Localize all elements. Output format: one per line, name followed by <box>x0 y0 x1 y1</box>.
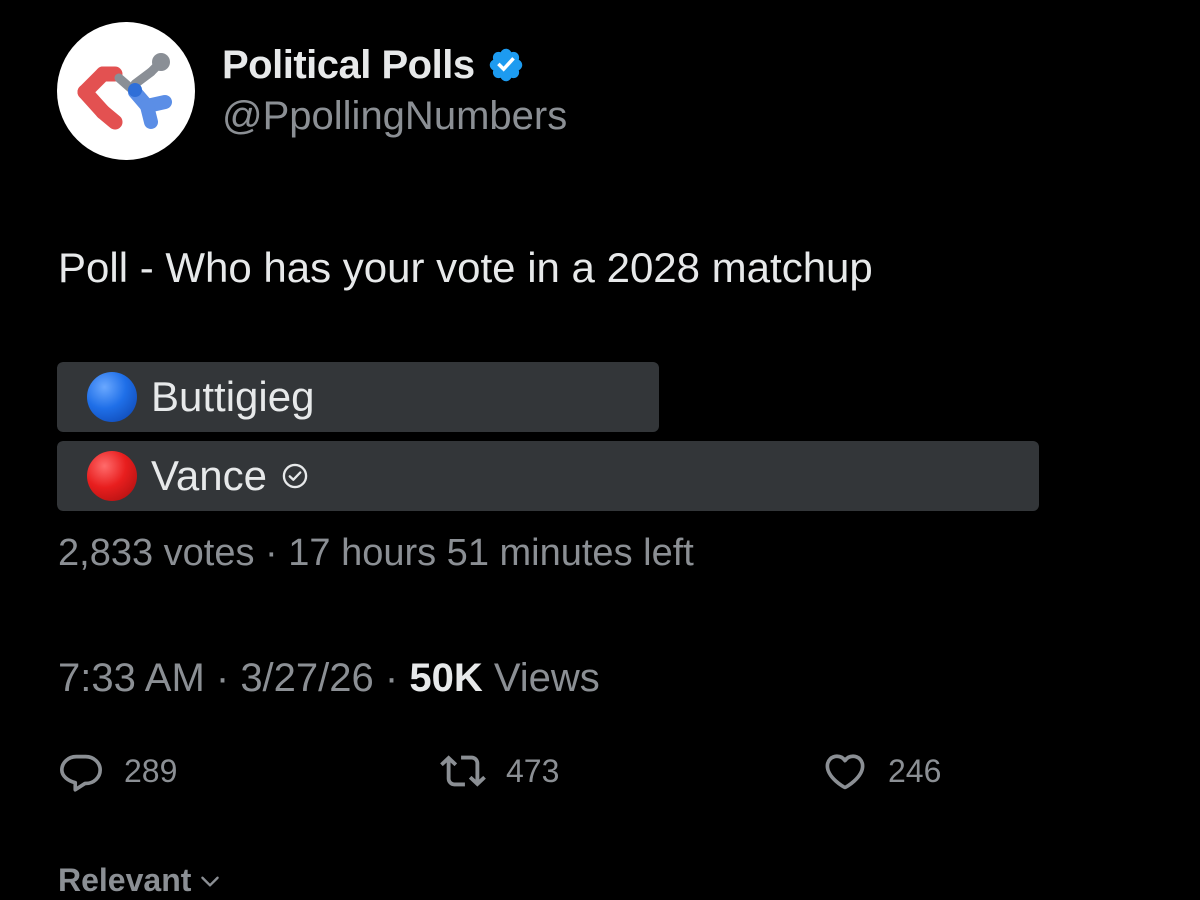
sort-label: Relevant <box>58 862 192 898</box>
molecule-logo-icon <box>77 53 172 130</box>
tweet-date[interactable]: 3/27/26 <box>240 656 373 700</box>
verified-badge-icon[interactable] <box>487 46 525 84</box>
views-label: Views <box>482 656 600 700</box>
avatar[interactable] <box>57 22 195 160</box>
poll-option-label: Buttigieg <box>151 373 315 420</box>
poll-option-label: Vance <box>151 452 267 499</box>
reply-icon <box>60 754 102 792</box>
separator: · <box>373 656 410 700</box>
red-circle-icon <box>87 451 137 501</box>
reply-button[interactable]: 289 <box>58 748 177 794</box>
separator: · <box>204 656 241 700</box>
poll-option-vance: Vance <box>57 441 1042 511</box>
author-name[interactable]: Political Polls <box>222 43 475 88</box>
author-handle[interactable]: @PpollingNumbers <box>222 94 567 139</box>
sort-relevant-button[interactable]: Relevant <box>58 862 223 899</box>
timestamp-row: 7:33 AM · 3/27/26 · 50K Views <box>58 656 600 701</box>
like-button[interactable]: 246 <box>822 748 941 794</box>
check-circle-icon <box>281 462 309 490</box>
repost-icon <box>440 755 486 787</box>
views-count[interactable]: 50K <box>409 656 482 700</box>
like-count: 246 <box>888 752 942 789</box>
tweet-time[interactable]: 7:33 AM <box>58 656 205 700</box>
repost-count: 473 <box>506 752 560 789</box>
tweet-text: Poll - Who has your vote in a 2028 match… <box>58 244 873 291</box>
chevron-down-icon <box>201 876 220 887</box>
reply-count: 289 <box>124 752 178 789</box>
author-name-row[interactable]: Political Polls <box>222 40 525 90</box>
poll-meta: 2,833 votes · 17 hours 51 minutes left <box>58 532 694 574</box>
poll-option-buttigieg: Buttigieg <box>57 362 1042 432</box>
heart-icon <box>825 754 865 790</box>
repost-button[interactable]: 473 <box>440 748 559 794</box>
blue-circle-icon <box>87 372 137 422</box>
